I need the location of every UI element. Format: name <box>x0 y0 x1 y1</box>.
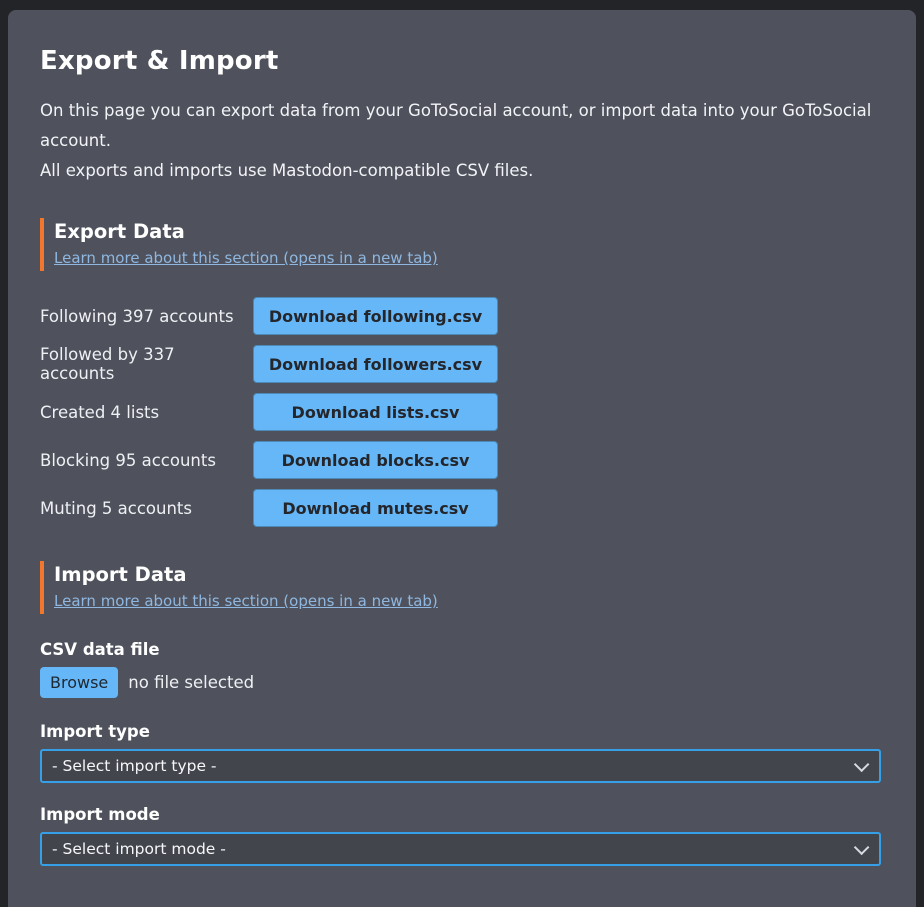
import-mode-selected-value: - Select import mode - <box>52 840 226 858</box>
file-status-text: no file selected <box>128 673 254 692</box>
import-section-header: Import Data Learn more about this sectio… <box>40 561 881 614</box>
import-type-label: Import type <box>40 722 881 741</box>
blocks-count-label: Blocking 95 accounts <box>40 451 253 470</box>
export-rows: Following 397 accounts Download followin… <box>40 297 881 527</box>
import-mode-select[interactable]: - Select import mode - <box>40 832 881 866</box>
import-mode-field: Import mode - Select import mode - <box>40 805 881 866</box>
download-lists-button[interactable]: Download lists.csv <box>253 393 498 431</box>
description-line-2: All exports and imports use Mastodon-com… <box>40 156 881 186</box>
import-type-field: Import type - Select import type - <box>40 722 881 783</box>
import-learn-more-link[interactable]: Learn more about this section (opens in … <box>54 592 438 610</box>
browse-button[interactable]: Browse <box>40 667 118 698</box>
import-section: Import Data Learn more about this sectio… <box>40 561 881 907</box>
export-row-mutes: Muting 5 accounts Download mutes.csv <box>40 489 881 527</box>
export-section-title: Export Data <box>54 220 881 243</box>
file-input-row: Browse no file selected <box>40 667 881 698</box>
import-mode-label: Import mode <box>40 805 881 824</box>
export-row-followers: Followed by 337 accounts Download follow… <box>40 345 881 383</box>
download-mutes-button[interactable]: Download mutes.csv <box>253 489 498 527</box>
export-section: Export Data Learn more about this sectio… <box>40 218 881 527</box>
mutes-count-label: Muting 5 accounts <box>40 499 253 518</box>
chevron-down-icon <box>854 756 870 772</box>
following-count-label: Following 397 accounts <box>40 307 253 326</box>
export-row-following: Following 397 accounts Download followin… <box>40 297 881 335</box>
lists-count-label: Created 4 lists <box>40 403 253 422</box>
export-row-lists: Created 4 lists Download lists.csv <box>40 393 881 431</box>
export-learn-more-link[interactable]: Learn more about this section (opens in … <box>54 249 438 267</box>
export-import-panel: Export & Import On this page you can exp… <box>8 10 916 907</box>
import-type-select[interactable]: - Select import type - <box>40 749 881 783</box>
import-type-selected-value: - Select import type - <box>52 757 217 775</box>
page-title: Export & Import <box>40 46 881 76</box>
csv-file-label: CSV data file <box>40 640 881 659</box>
chevron-down-icon <box>854 839 870 855</box>
export-section-header: Export Data Learn more about this sectio… <box>40 218 881 271</box>
import-section-title: Import Data <box>54 563 881 586</box>
page-description: On this page you can export data from yo… <box>40 96 881 186</box>
csv-file-field: CSV data file Browse no file selected <box>40 640 881 698</box>
followers-count-label: Followed by 337 accounts <box>40 345 253 383</box>
export-row-blocks: Blocking 95 accounts Download blocks.csv <box>40 441 881 479</box>
description-line-1: On this page you can export data from yo… <box>40 96 881 156</box>
download-followers-button[interactable]: Download followers.csv <box>253 345 498 383</box>
download-following-button[interactable]: Download following.csv <box>253 297 498 335</box>
download-blocks-button[interactable]: Download blocks.csv <box>253 441 498 479</box>
